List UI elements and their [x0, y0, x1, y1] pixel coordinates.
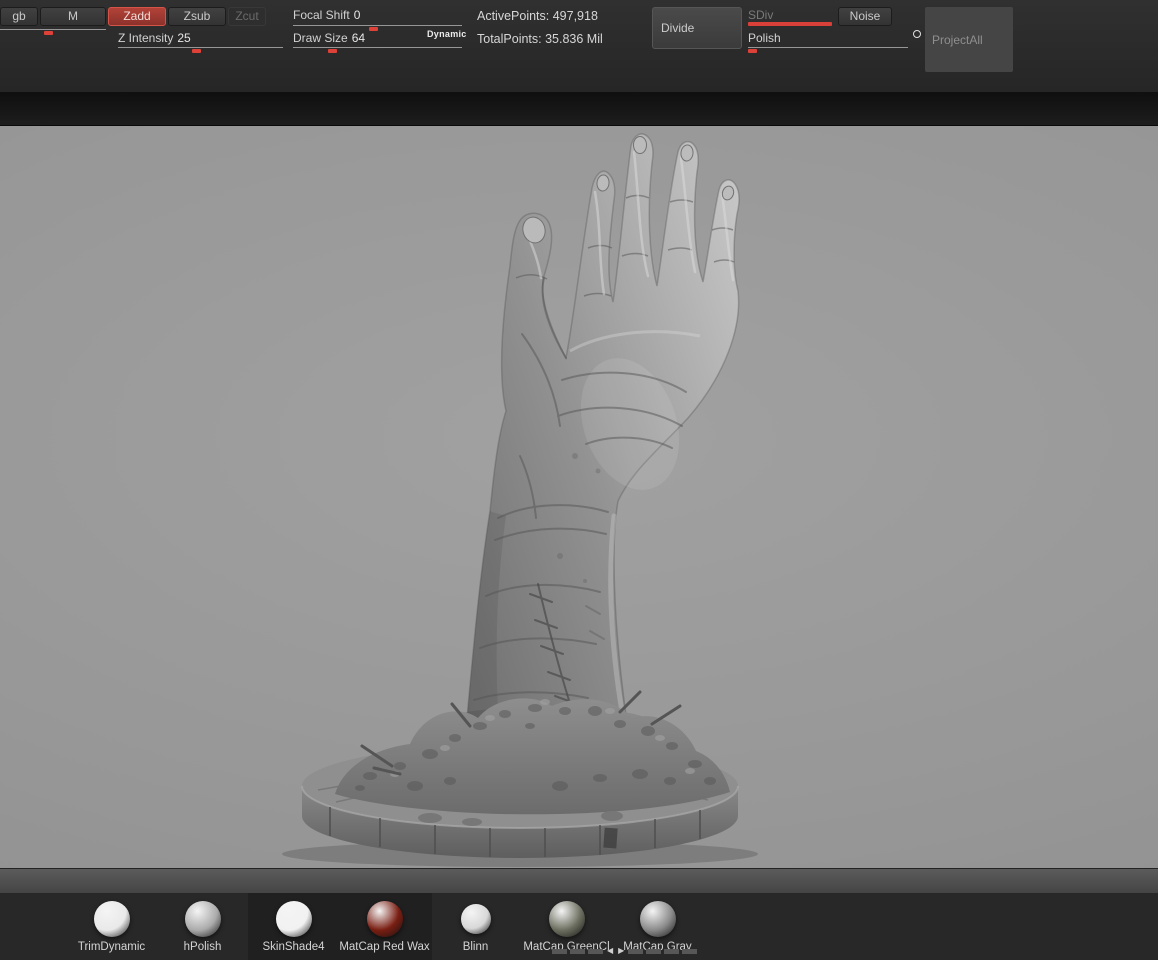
shelf-item-label: SkinShade4: [248, 941, 339, 953]
brush-thumbnail-sphere: [94, 901, 130, 937]
rgb-intensity-slider[interactable]: [0, 29, 106, 30]
rgb-intensity-slider-marker[interactable]: [44, 31, 53, 35]
zsub-button[interactable]: Zsub: [168, 7, 226, 26]
shelf-item-skinshade4[interactable]: SkinShade4: [248, 893, 339, 960]
pager-segment[interactable]: [646, 949, 661, 954]
shelf-item-blinn[interactable]: Blinn: [430, 893, 521, 960]
zadd-button[interactable]: Zadd: [108, 7, 166, 26]
draw-size-marker[interactable]: [328, 49, 337, 53]
polish-slider[interactable]: Polish: [748, 31, 781, 45]
material-thumbnail-sphere: [549, 901, 585, 937]
pager-left-arrow-icon[interactable]: ◀: [606, 947, 614, 955]
zadd-button-label: Zadd: [123, 9, 150, 23]
brush-thumbnail-sphere: [185, 901, 221, 937]
focal-shift-label: Focal Shift: [293, 8, 350, 22]
zcut-button-label: Zcut: [235, 9, 258, 23]
noise-button[interactable]: Noise: [838, 7, 892, 26]
canvas-bottom-divider: [0, 868, 1158, 893]
shelf-item-hpolish[interactable]: hPolish: [157, 893, 248, 960]
shelf-item-label: hPolish: [157, 941, 248, 953]
focal-shift-marker[interactable]: [369, 27, 378, 31]
pager-segment[interactable]: [552, 949, 567, 954]
z-intensity-value: 25: [177, 31, 190, 45]
focal-shift-slider[interactable]: Focal Shift 0: [293, 8, 360, 22]
draw-size-track[interactable]: [293, 47, 462, 48]
shelf-item-label: TrimDynamic: [66, 941, 157, 953]
m-button-label: M: [68, 9, 78, 23]
pager-segment[interactable]: [628, 949, 643, 954]
pager-segment[interactable]: [682, 949, 697, 954]
noise-button-label: Noise: [850, 9, 881, 23]
focal-shift-value: 0: [354, 8, 361, 22]
zsub-button-label: Zsub: [184, 9, 211, 23]
material-thumbnail-sphere: [367, 901, 403, 937]
shelf-item-matcap-red-wax[interactable]: MatCap Red Wax: [339, 893, 430, 960]
project-all-label: ProjectAll: [932, 33, 983, 47]
active-points-stat: ActivePoints: 497,918: [477, 9, 598, 23]
project-all-button[interactable]: ProjectAll: [925, 7, 1013, 72]
shelf-item-label: MatCap Red Wax: [339, 941, 430, 953]
divide-button-label: Divide: [661, 21, 694, 35]
z-intensity-label: Z Intensity: [118, 31, 173, 45]
divide-button[interactable]: Divide: [652, 7, 742, 49]
sculpture-3d-model: [0, 126, 1158, 868]
sdiv-slider[interactable]: SDiv: [748, 8, 773, 22]
sdiv-fillbar[interactable]: [748, 22, 832, 26]
focal-shift-track[interactable]: [293, 25, 462, 26]
zbrush-app-window: gb M Zadd Zsub Zcut Z Intensity 25 Focal …: [0, 0, 1158, 960]
polish-label: Polish: [748, 31, 781, 45]
shelf-item-trimdynamic[interactable]: TrimDynamic: [66, 893, 157, 960]
rgb-button[interactable]: gb: [0, 7, 38, 26]
draw-size-slider[interactable]: Draw Size 64: [293, 31, 365, 45]
sdiv-label: SDiv: [748, 8, 773, 22]
dynamic-mode-label[interactable]: Dynamic: [427, 29, 467, 39]
shelf-pager: ◀ ▶: [552, 947, 697, 955]
pager-segment[interactable]: [588, 949, 603, 954]
canvas-header-strip: [0, 92, 1158, 126]
pager-segment[interactable]: [664, 949, 679, 954]
polish-mode-dot-icon[interactable]: [913, 30, 921, 38]
material-thumbnail-sphere: [461, 904, 491, 934]
rgb-button-label: gb: [12, 9, 25, 23]
z-intensity-slider[interactable]: Z Intensity 25: [118, 31, 191, 45]
polish-track[interactable]: [748, 47, 908, 48]
z-intensity-marker[interactable]: [192, 49, 201, 53]
draw-size-value: 64: [352, 31, 365, 45]
material-thumbnail-sphere: [640, 901, 676, 937]
m-button[interactable]: M: [40, 7, 106, 26]
total-points-stat: TotalPoints: 35.836 Mil: [477, 32, 603, 46]
polish-marker[interactable]: [748, 49, 757, 53]
shelf-item-label: Blinn: [430, 941, 521, 953]
z-intensity-track[interactable]: [118, 47, 283, 48]
pager-segment[interactable]: [570, 949, 585, 954]
top-toolbar: gb M Zadd Zsub Zcut Z Intensity 25 Focal …: [0, 0, 1158, 92]
draw-size-label: Draw Size: [293, 31, 348, 45]
zcut-button[interactable]: Zcut: [228, 7, 266, 26]
pager-right-arrow-icon[interactable]: ▶: [617, 947, 625, 955]
sculpt-viewport[interactable]: [0, 126, 1158, 868]
material-thumbnail-sphere: [276, 901, 312, 937]
